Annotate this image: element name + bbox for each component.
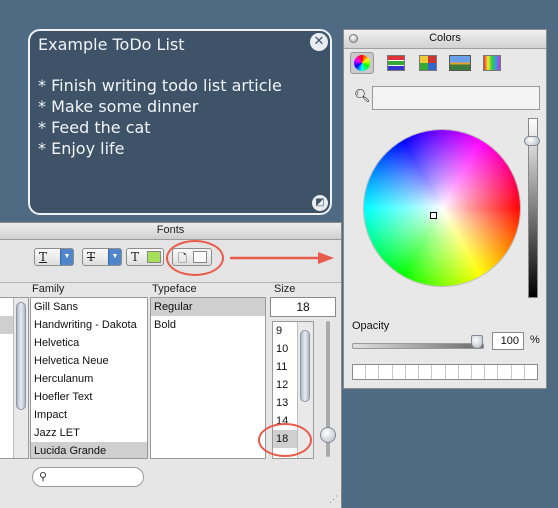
list-item[interactable]: Impact [31, 406, 147, 424]
opacity-label: Opacity [352, 320, 390, 332]
text-color-icon: T [131, 250, 140, 264]
todo-widget: Example ToDo List * Finish writing todo … [28, 29, 332, 215]
chevron-down-icon[interactable]: ▼ [60, 249, 73, 265]
swatch-cell[interactable] [432, 365, 446, 379]
scrollbar-thumb[interactable] [16, 302, 26, 410]
list-item[interactable]: Regular [151, 298, 265, 316]
color-palettes-icon [419, 55, 437, 71]
swatch-cell[interactable] [446, 365, 459, 379]
swatch-cell[interactable] [525, 365, 537, 379]
color-wheel-icon [354, 55, 370, 71]
font-search-field[interactable]: ⚲ [32, 467, 144, 487]
list-item[interactable]: Lucida Grande [31, 442, 147, 458]
underline-icon: T [39, 250, 48, 264]
fonts-title: Fonts [0, 223, 341, 240]
text-color-button[interactable]: T [126, 248, 164, 266]
color-sliders-mode-button[interactable] [384, 52, 408, 74]
list-item[interactable]: Herculanum [31, 370, 147, 388]
swatch-cell[interactable] [498, 365, 512, 379]
swatch-cell[interactable] [472, 365, 486, 379]
list-item[interactable]: Handwriting - Dakota [31, 316, 147, 334]
colors-title: Colors [429, 32, 461, 44]
resize-icon[interactable]: ◩ [312, 195, 328, 211]
underline-button[interactable]: T ▼ [34, 248, 74, 266]
annotation-arrow [230, 252, 334, 264]
chevron-down-icon[interactable]: ▼ [108, 249, 121, 265]
search-icon: ⚲ [39, 471, 48, 483]
collections-list[interactable] [0, 297, 29, 459]
swatch-cell[interactable] [512, 365, 525, 379]
typeface-list[interactable]: Regular Bold [150, 297, 266, 459]
colors-panel: Colors 🔍︎ Opacity 100 % [343, 29, 547, 389]
annotation-circle [166, 240, 224, 276]
close-icon[interactable] [349, 34, 358, 43]
size-slider-knob[interactable] [320, 427, 336, 443]
list-item[interactable]: Gill Sans [31, 298, 147, 316]
size-input[interactable]: 18 [270, 297, 336, 317]
todo-item[interactable]: * Enjoy life [38, 138, 282, 159]
family-list[interactable]: Gill Sans Handwriting - Dakota Helvetica… [30, 297, 148, 459]
list-item[interactable]: Bold [151, 316, 265, 334]
resize-grip-icon[interactable]: ⋰ [329, 494, 338, 505]
swatch-cell[interactable] [406, 365, 420, 379]
family-header: Family [32, 283, 65, 295]
color-wheel-cursor[interactable] [430, 212, 437, 219]
crayons-icon [483, 55, 501, 71]
todo-item[interactable]: * Finish writing todo list article [38, 75, 282, 96]
size-header: Size [274, 283, 296, 295]
opacity-unit: % [530, 334, 540, 346]
swatch-cell[interactable] [393, 365, 406, 379]
swatch-cell[interactable] [353, 365, 367, 379]
list-item[interactable]: Helvetica [31, 334, 147, 352]
swatch-cell[interactable] [459, 365, 472, 379]
colors-titlebar: Colors [344, 30, 546, 49]
scrollbar-thumb[interactable] [300, 330, 310, 402]
opacity-input[interactable]: 100 [492, 332, 524, 350]
opacity-slider[interactable] [352, 343, 484, 349]
strikethrough-icon: T [87, 250, 96, 264]
image-palettes-mode-button[interactable] [448, 52, 472, 74]
annotation-circle [258, 423, 312, 457]
todo-list: * Finish writing todo list article * Mak… [38, 75, 282, 159]
color-wheel[interactable] [364, 130, 520, 286]
crayons-mode-button[interactable] [480, 52, 504, 74]
strikethrough-button[interactable]: T ▼ [82, 248, 122, 266]
brightness-slider-knob[interactable] [524, 136, 540, 146]
todo-item[interactable]: * Feed the cat [38, 117, 282, 138]
color-sliders-icon [387, 55, 405, 71]
scrollbar[interactable] [13, 298, 28, 458]
todo-title: Example ToDo List [38, 35, 185, 54]
close-icon[interactable]: ✕ [310, 33, 328, 51]
text-color-swatch [147, 251, 161, 263]
color-mode-toolbar [344, 48, 546, 78]
swatch-cell[interactable] [366, 365, 380, 379]
swatch-cell[interactable] [419, 365, 433, 379]
list-item[interactable]: Helvetica Neue [31, 352, 147, 370]
current-color-well[interactable] [372, 86, 540, 110]
color-wheel-mode-button[interactable] [350, 52, 374, 74]
list-item[interactable]: Jazz LET [31, 424, 147, 442]
color-palettes-mode-button[interactable] [416, 52, 440, 74]
image-icon [449, 55, 471, 71]
typeface-header: Typeface [152, 283, 197, 295]
list-item[interactable]: Hoefler Text [31, 388, 147, 406]
todo-item[interactable]: * Make some dinner [38, 96, 282, 117]
swatch-cell[interactable] [379, 365, 393, 379]
color-swatches[interactable] [352, 364, 538, 380]
magnifier-icon[interactable]: 🔍︎ [354, 88, 371, 104]
opacity-slider-knob[interactable] [471, 335, 483, 349]
swatch-cell[interactable] [485, 365, 499, 379]
